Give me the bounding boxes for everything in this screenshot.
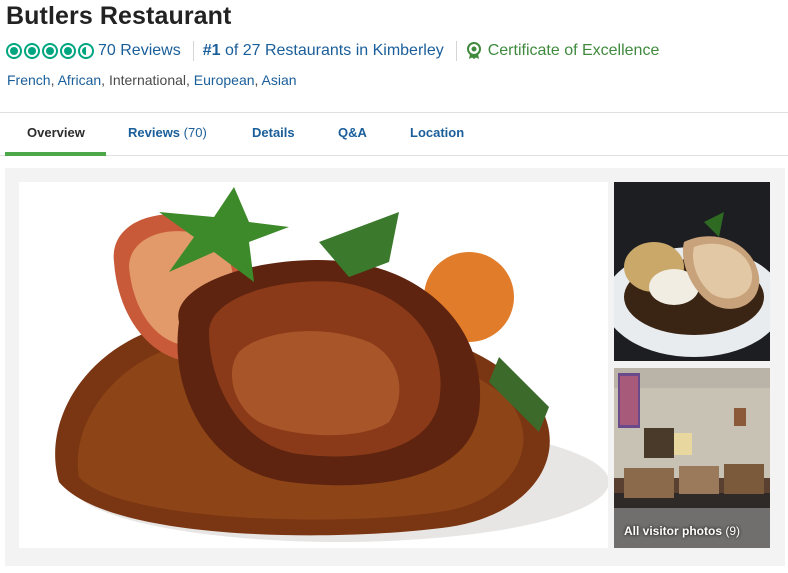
cuisine-link-european[interactable]: European xyxy=(194,72,255,88)
tab-details[interactable]: Details xyxy=(252,125,295,140)
active-tab-indicator xyxy=(5,152,106,156)
main-photo[interactable] xyxy=(19,182,608,548)
side-photo-plate[interactable] xyxy=(614,182,770,361)
divider xyxy=(192,41,194,61)
rating-bubble-full-icon xyxy=(24,43,40,59)
cuisine-separator: , xyxy=(254,72,262,88)
rating-bubbles[interactable] xyxy=(6,43,94,59)
tab-bar: Overview Reviews (70) Details Q&A Locati… xyxy=(0,112,788,156)
reviews-count-link[interactable]: 70 Reviews xyxy=(98,42,181,60)
tab-reviews-count: (70) xyxy=(183,125,207,140)
side-photo-plate-image xyxy=(614,182,770,361)
rating-row: 70 Reviews #1 of 27 Restaurants in Kimbe… xyxy=(6,40,659,62)
all-photos-label: All visitor photos xyxy=(624,524,723,538)
rank-number: #1 xyxy=(202,42,221,59)
side-photo-interior[interactable]: All visitor photos (9) xyxy=(614,368,770,548)
cuisine-separator: , xyxy=(186,72,194,88)
tab-reviews-label: Reviews xyxy=(128,125,181,140)
rating-bubble-half-icon xyxy=(78,43,94,59)
side-photo-interior-image xyxy=(614,368,770,548)
cuisine-separator: , xyxy=(50,72,58,88)
divider xyxy=(455,41,457,61)
tab-location[interactable]: Location xyxy=(410,125,464,140)
tab-overview[interactable]: Overview xyxy=(27,125,85,140)
certificate-badge-icon xyxy=(466,42,481,59)
rating-bubble-full-icon xyxy=(42,43,58,59)
cuisine-link-asian[interactable]: Asian xyxy=(262,72,297,88)
main-photo-image xyxy=(19,182,608,548)
rank-text: of 27 Restaurants in Kimberley xyxy=(220,42,444,59)
cuisine-link-african[interactable]: African xyxy=(58,72,102,88)
rating-bubble-full-icon xyxy=(60,43,76,59)
certificate-of-excellence[interactable]: Certificate of Excellence xyxy=(488,42,660,60)
all-visitor-photos-link[interactable]: All visitor photos (9) xyxy=(624,524,740,538)
tab-reviews[interactable]: Reviews (70) xyxy=(128,125,207,140)
restaurant-name: Butlers Restaurant xyxy=(6,2,232,30)
cuisine-link-french[interactable]: French xyxy=(7,72,51,88)
cuisine-international: International xyxy=(108,72,187,88)
cuisine-list: French, African, International, European… xyxy=(7,72,297,88)
cuisine-separator: , xyxy=(101,72,109,88)
all-photos-count: (9) xyxy=(725,524,741,538)
rating-bubble-full-icon xyxy=(6,43,22,59)
ranking-link[interactable]: #1 of 27 Restaurants in Kimberley xyxy=(203,42,444,60)
tab-qa[interactable]: Q&A xyxy=(338,125,367,140)
